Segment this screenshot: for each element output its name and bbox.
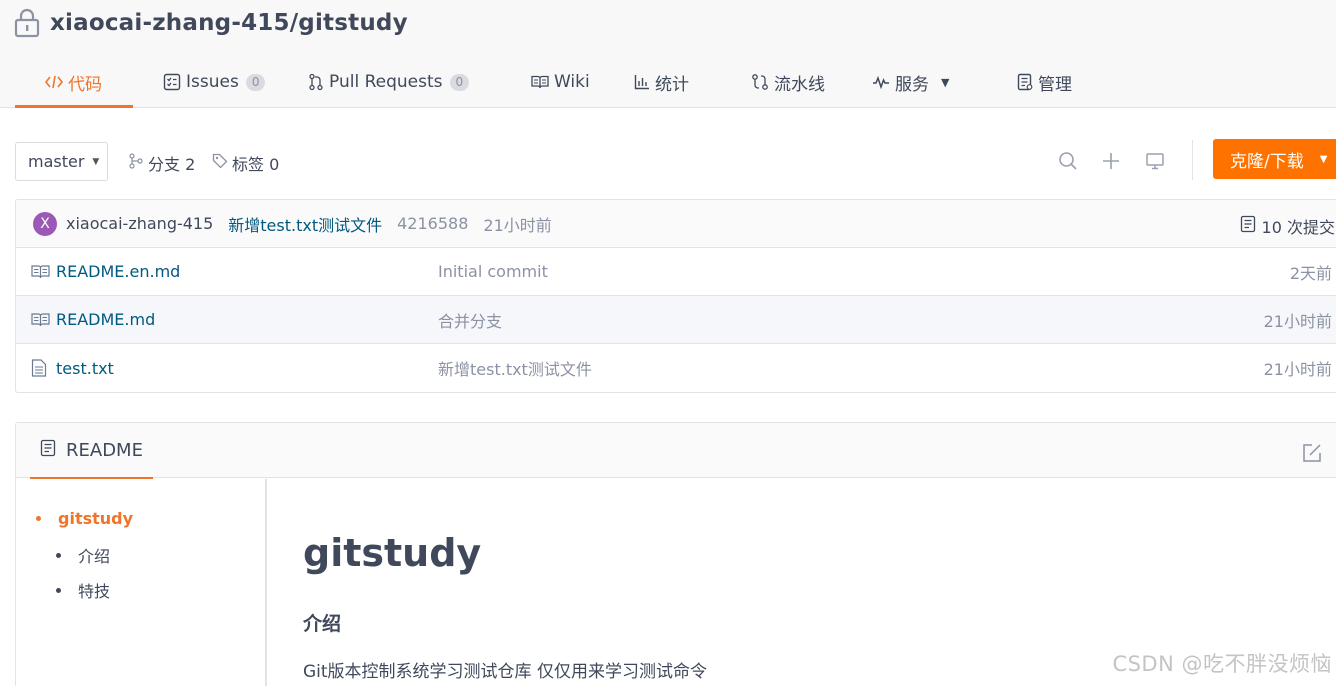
- toc-label: gitstudy: [58, 509, 134, 528]
- file-time: 2天前: [1289, 263, 1332, 283]
- file-icon: [31, 359, 51, 377]
- tab-label: 代码: [68, 74, 102, 95]
- readme-title: gitstudy: [303, 531, 482, 575]
- bullet: [56, 587, 61, 593]
- plus-icon[interactable]: [1100, 150, 1122, 172]
- code-icon: [45, 74, 63, 90]
- avatar[interactable]: X: [33, 211, 57, 236]
- commit-sha[interactable]: 4216588: [397, 214, 468, 233]
- readme-header: README: [16, 423, 1336, 479]
- repo-header: xiaocai-zhang-415/gitstudy 代码 Issues 0 P…: [0, 0, 1336, 108]
- tab-stats[interactable]: 统计: [621, 56, 737, 108]
- chevron-down-icon: ▼: [92, 156, 100, 167]
- search-icon[interactable]: [1057, 150, 1079, 172]
- chevron-down-icon: ▼: [1319, 153, 1328, 165]
- tab-wiki[interactable]: Wiki: [503, 56, 621, 108]
- toc-item[interactable]: 特技: [56, 578, 110, 602]
- clone-download-button[interactable]: 克隆/下载 ▼: [1213, 139, 1336, 179]
- readme-tab-label: README: [66, 440, 143, 461]
- file-list: X xiaocai-zhang-415 新增test.txt测试文件 42165…: [15, 199, 1336, 393]
- book-icon: [31, 312, 51, 327]
- tab-code[interactable]: 代码: [15, 56, 133, 108]
- issues-count-badge: 0: [245, 73, 266, 91]
- book-icon: [31, 264, 51, 279]
- pull-request-icon: [308, 73, 324, 91]
- toc-item[interactable]: gitstudy: [36, 509, 133, 528]
- pull-requests-count-badge: 0: [449, 73, 470, 91]
- tab-pipeline[interactable]: 流水线: [737, 56, 872, 108]
- service-icon: [872, 75, 890, 89]
- lock-icon: [14, 8, 40, 38]
- branch-toolbar: master ▼ 分支 2 标签 0 克隆/下载 ▼: [15, 139, 1336, 182]
- table-row[interactable]: README.md 合并分支 21小时前: [16, 296, 1336, 344]
- watermark: CSDN @吃不胖没烦恼: [1112, 652, 1332, 676]
- branch-name: master: [28, 152, 85, 171]
- stats-icon: [634, 74, 650, 90]
- tags-count: 标签 0: [232, 155, 280, 174]
- file-name[interactable]: README.md: [56, 310, 155, 329]
- edit-icon[interactable]: [1302, 443, 1322, 467]
- commit-count: 10 次提交: [1261, 218, 1335, 237]
- file-time: 21小时前: [1263, 360, 1332, 379]
- table-row[interactable]: test.txt 新增test.txt测试文件 21小时前: [16, 344, 1336, 392]
- manage-icon: [1017, 73, 1033, 91]
- tab-service[interactable]: 服务 ▼: [872, 56, 1017, 108]
- commit-time: 21小时前: [483, 215, 552, 235]
- tab-label: 管理: [1038, 74, 1072, 95]
- commit-message[interactable]: 新增test.txt测试文件: [228, 212, 382, 236]
- repo-name[interactable]: xiaocai-zhang-415/gitstudy: [50, 10, 408, 36]
- toolbar-divider: [1192, 140, 1193, 180]
- tab-label: Pull Requests: [329, 72, 443, 92]
- readme-icon: [40, 439, 56, 462]
- readme-panel: README gitstudy 介绍 特技 gitstudy 介绍 Git版本控…: [15, 422, 1336, 686]
- toc-label: 特技: [78, 582, 111, 601]
- tab-readme[interactable]: README: [30, 423, 153, 479]
- clone-label: 克隆/下载: [1230, 151, 1304, 172]
- bullet: [36, 516, 41, 521]
- repo-title: xiaocai-zhang-415/gitstudy: [14, 8, 408, 38]
- tag-icon: [212, 153, 228, 173]
- readme-paragraph: Git版本控制系统学习测试仓库 仅仅用来学习测试命令: [303, 662, 707, 682]
- commit-author[interactable]: xiaocai-zhang-415: [66, 214, 213, 233]
- branches-count: 分支 2: [148, 155, 196, 174]
- chevron-down-icon: ▼: [941, 75, 950, 89]
- history-icon: [1240, 215, 1256, 237]
- file-name[interactable]: test.txt: [56, 359, 114, 378]
- table-row[interactable]: README.en.md Initial commit 2天前: [16, 248, 1336, 296]
- file-name[interactable]: README.en.md: [56, 262, 180, 281]
- toc-item[interactable]: 介绍: [56, 543, 110, 567]
- tab-label: 服务: [895, 74, 929, 95]
- branch-icon: [128, 153, 144, 173]
- bullet: [56, 552, 61, 558]
- wiki-icon: [531, 75, 549, 89]
- tags-link[interactable]: 标签 0: [212, 151, 279, 175]
- pipeline-icon: [751, 73, 769, 91]
- monitor-icon[interactable]: [1144, 150, 1166, 172]
- branches-link[interactable]: 分支 2: [128, 151, 195, 175]
- readme-toc: gitstudy 介绍 特技: [16, 479, 267, 686]
- branch-select[interactable]: master ▼: [15, 142, 108, 181]
- commit-count-link[interactable]: 10 次提交: [1240, 214, 1335, 238]
- tab-pull-requests[interactable]: Pull Requests 0: [291, 56, 503, 108]
- tab-manage[interactable]: 管理: [1017, 56, 1117, 108]
- tab-label: 统计: [655, 74, 689, 95]
- file-commit-message[interactable]: 新增test.txt测试文件: [438, 356, 592, 380]
- tab-label: 流水线: [774, 74, 825, 95]
- file-commit-message[interactable]: 合并分支: [438, 308, 502, 332]
- tab-issues[interactable]: Issues 0: [133, 56, 291, 108]
- toc-label: 介绍: [78, 547, 111, 566]
- issues-icon: [163, 73, 181, 91]
- tab-label: Wiki: [554, 72, 590, 92]
- readme-section-heading: 介绍: [303, 613, 342, 635]
- file-commit-message[interactable]: Initial commit: [438, 262, 548, 281]
- file-time: 21小时前: [1263, 311, 1332, 331]
- repo-tabs: 代码 Issues 0 Pull Requests 0 Wiki 统计 流水线 …: [15, 56, 1117, 108]
- tab-label: Issues: [186, 72, 239, 92]
- latest-commit-bar: X xiaocai-zhang-415 新增test.txt测试文件 42165…: [16, 200, 1336, 248]
